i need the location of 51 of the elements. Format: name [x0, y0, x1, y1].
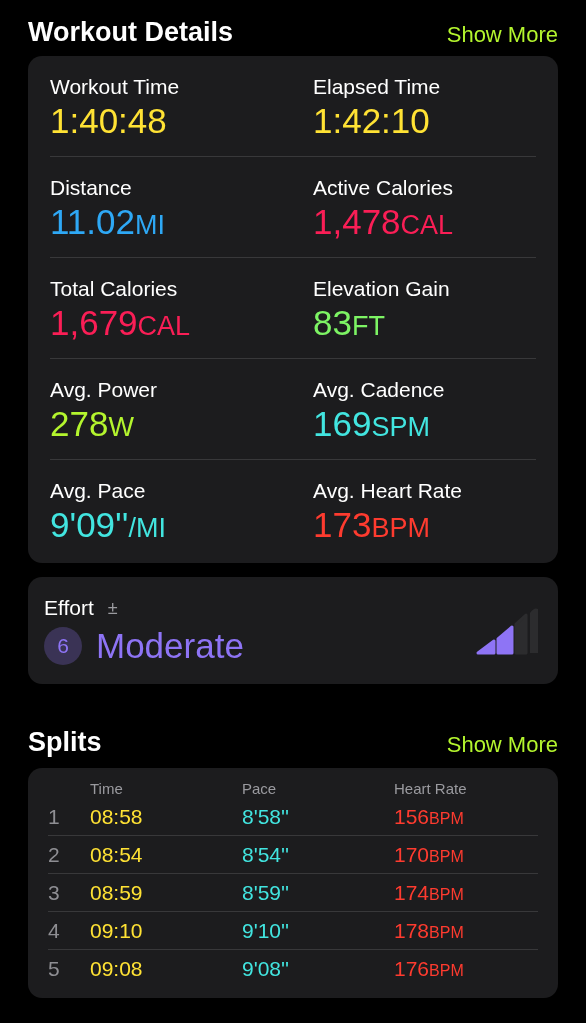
- effort-rating: Moderate: [96, 625, 244, 667]
- split-number: 4: [48, 917, 61, 944]
- split-heart-rate: 178BPM: [394, 917, 465, 944]
- metric-value: 11.02MI: [50, 201, 166, 243]
- split-time: 08:58: [90, 803, 144, 830]
- split-heart-rate: 156BPM: [394, 803, 465, 830]
- split-time: 08:54: [90, 841, 144, 868]
- split-number: 5: [48, 956, 61, 983]
- split-heart-rate: 176BPM: [394, 956, 465, 983]
- split-number: 3: [48, 879, 61, 906]
- split-heart-rate: 174BPM: [394, 879, 465, 906]
- metric-label: Avg. Cadence: [313, 377, 446, 403]
- metric-value: 1:42:10: [313, 100, 431, 142]
- split-pace: 8'54'': [242, 841, 291, 868]
- show-more-link[interactable]: Show More: [446, 24, 558, 46]
- effort-label: Effort: [44, 595, 94, 621]
- section-title: Splits: [28, 729, 102, 756]
- metric-label: Workout Time: [50, 74, 181, 100]
- split-pace: 9'08'': [242, 956, 291, 983]
- metric-value: 1,679CAL: [50, 302, 192, 344]
- metric-label: Distance: [50, 175, 133, 201]
- effort-score: 6: [44, 627, 82, 665]
- split-number: 2: [48, 841, 61, 868]
- split-pace: 9'10'': [242, 917, 291, 944]
- split-number: 1: [48, 803, 61, 830]
- metric-label: Avg. Pace: [50, 478, 147, 504]
- metric-label: Elevation Gain: [313, 276, 451, 302]
- split-time: 09:10: [90, 917, 144, 944]
- metric-value: 278W: [50, 403, 135, 445]
- metric-value: 173BPM: [313, 504, 431, 546]
- column-header: Heart Rate: [394, 779, 468, 799]
- metric-value: 83FT: [313, 302, 386, 344]
- metric-label: Total Calories: [50, 276, 179, 302]
- metric-label: Elapsed Time: [313, 74, 442, 100]
- split-heart-rate: 170BPM: [394, 841, 465, 868]
- split-time: 08:59: [90, 879, 144, 906]
- split-pace: 8'59'': [242, 879, 291, 906]
- column-header: Time: [90, 779, 124, 799]
- column-header: Pace: [242, 779, 278, 799]
- metric-label: Avg. Power: [50, 377, 158, 403]
- section-title: Workout Details: [28, 19, 234, 46]
- metric-label: Active Calories: [313, 175, 455, 201]
- metric-value: 169SPM: [313, 403, 431, 445]
- adjust-icon[interactable]: ±: [107, 598, 118, 618]
- metric-label: Avg. Heart Rate: [313, 478, 464, 504]
- split-pace: 8'58'': [242, 803, 291, 830]
- metric-value: 9'09''/MI: [50, 504, 167, 546]
- metric-value: 1:40:48: [50, 100, 168, 142]
- metric-value: 1,478CAL: [313, 201, 455, 243]
- show-more-link[interactable]: Show More: [446, 734, 558, 756]
- split-time: 09:08: [90, 956, 144, 983]
